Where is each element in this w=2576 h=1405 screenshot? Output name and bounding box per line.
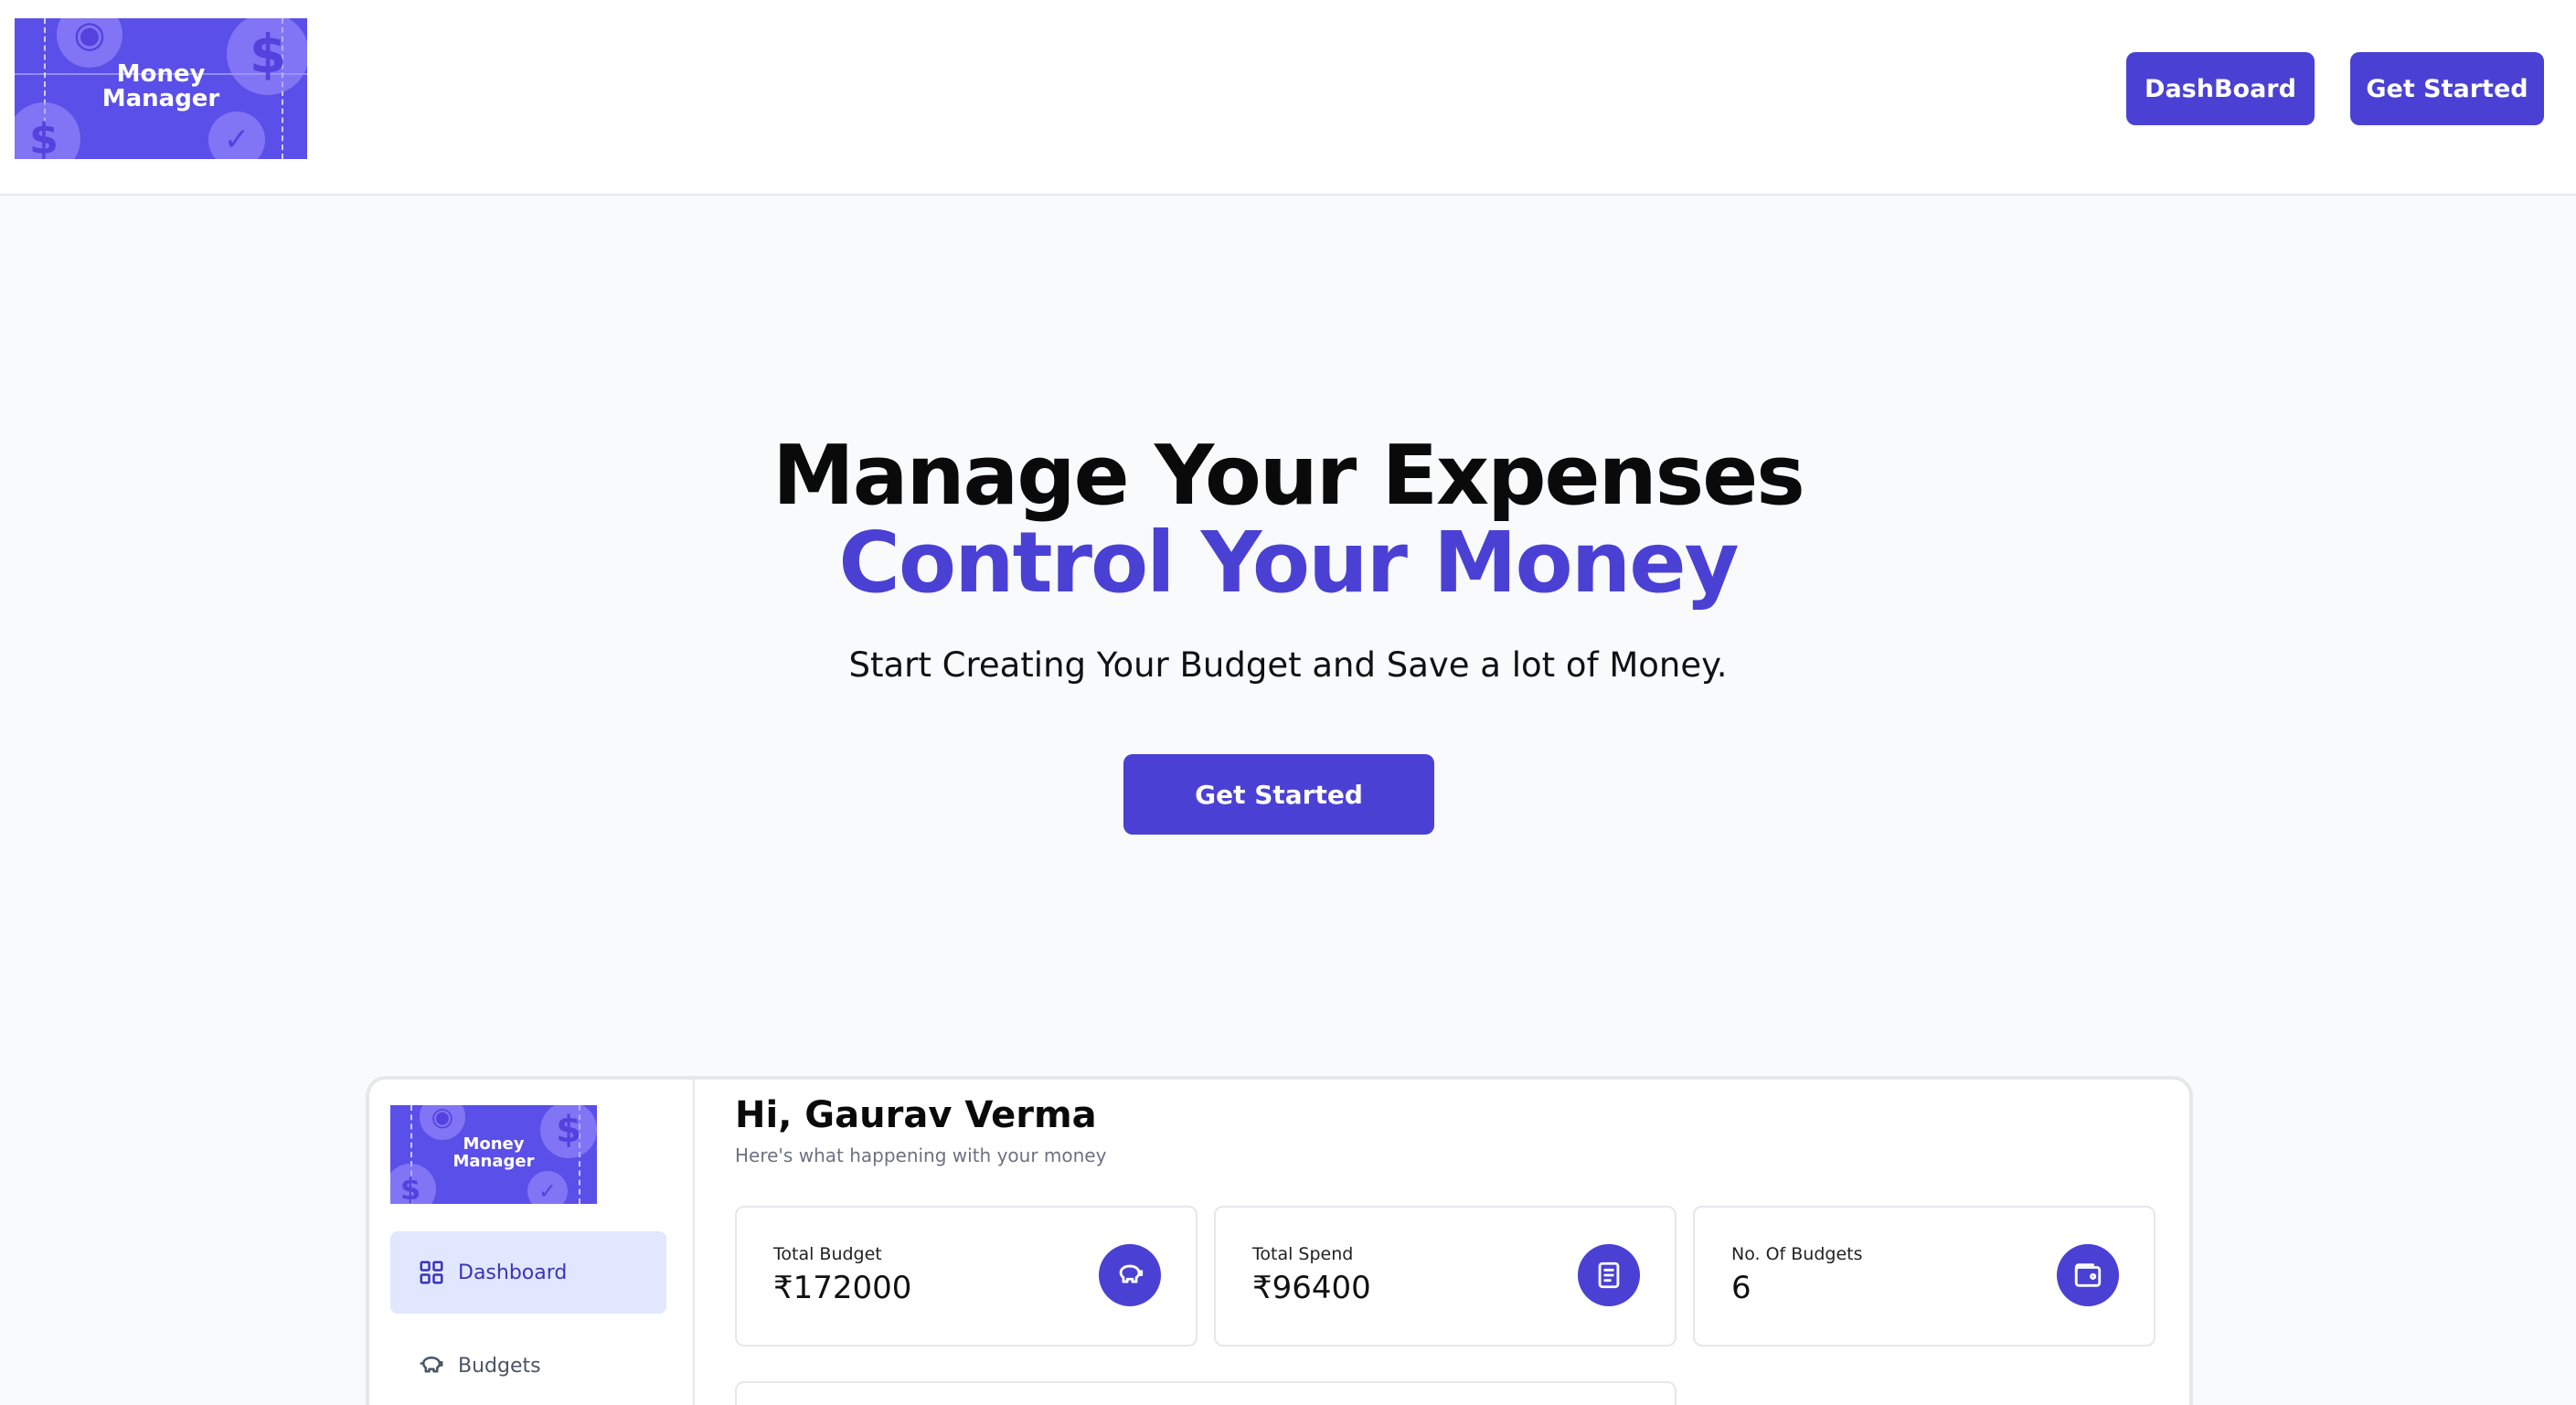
- dashboard-button[interactable]: DashBoard: [2126, 52, 2315, 125]
- logo-line-1: Money: [463, 1134, 525, 1154]
- piggy-bank-icon: [1099, 1244, 1161, 1306]
- dashboard-preview: ◉ $ $ ✓ Money Manager Dashboard Budgets: [366, 1076, 2193, 1405]
- greeting-title: Hi, Gaurav Verma: [735, 1094, 1097, 1136]
- header-get-started-button[interactable]: Get Started: [2350, 52, 2544, 125]
- hero-subtitle: Start Creating Your Budget and Save a lo…: [848, 645, 1728, 685]
- sidebar-item-budgets[interactable]: Budgets: [390, 1325, 666, 1405]
- card-value: ₹172000: [773, 1270, 912, 1306]
- preview-sidebar: ◉ $ $ ✓ Money Manager Dashboard Budgets: [369, 1080, 695, 1405]
- hero-title-line-2: Control Your Money: [838, 514, 1739, 612]
- money-manager-logo[interactable]: ◉ $ $ ✓ Money Manager: [15, 18, 307, 159]
- receipt-icon: [1578, 1244, 1640, 1306]
- card-label: Total Budget: [773, 1244, 882, 1264]
- budget-count-card[interactable]: No. Of Budgets 6: [1693, 1206, 2156, 1346]
- card-value: ₹96400: [1252, 1270, 1371, 1306]
- card-value: 6: [1731, 1270, 1751, 1306]
- logo-text: Money Manager: [390, 1135, 597, 1170]
- wallet-icon: [2057, 1244, 2119, 1306]
- greeting-subtitle: Here's what happening with your money: [735, 1144, 1107, 1166]
- hero-get-started-button[interactable]: Get Started: [1123, 754, 1434, 835]
- check-coin-icon: ✓: [527, 1171, 568, 1204]
- logo-line-1: Money: [116, 60, 206, 88]
- chart-panel: [735, 1381, 1677, 1405]
- card-label: No. Of Budgets: [1731, 1244, 1863, 1264]
- site-header: ◉ $ $ ✓ Money Manager DashBoard Get Star…: [0, 0, 2576, 196]
- sidebar-item-label: Dashboard: [458, 1261, 568, 1284]
- coin-icon: ◉: [57, 18, 122, 68]
- logo-line-2: Manager: [101, 85, 220, 112]
- hero-title-line-1: Manage Your Expenses: [772, 428, 1805, 524]
- total-spend-card[interactable]: Total Spend ₹96400: [1214, 1206, 1677, 1346]
- preview-main: Hi, Gaurav Verma Here's what happening w…: [695, 1080, 2189, 1405]
- money-manager-logo[interactable]: ◉ $ $ ✓ Money Manager: [390, 1105, 597, 1204]
- piggy-bank-icon: [420, 1357, 443, 1373]
- total-budget-card[interactable]: Total Budget ₹172000: [735, 1206, 1198, 1346]
- check-coin-icon: ✓: [208, 112, 265, 159]
- logo-line-2: Manager: [452, 1152, 535, 1171]
- card-label: Total Spend: [1252, 1244, 1354, 1264]
- logo-text: Money Manager: [15, 62, 307, 112]
- sidebar-item-label: Budgets: [458, 1354, 541, 1378]
- sidebar-item-dashboard[interactable]: Dashboard: [390, 1231, 666, 1314]
- grid-icon: [420, 1261, 443, 1284]
